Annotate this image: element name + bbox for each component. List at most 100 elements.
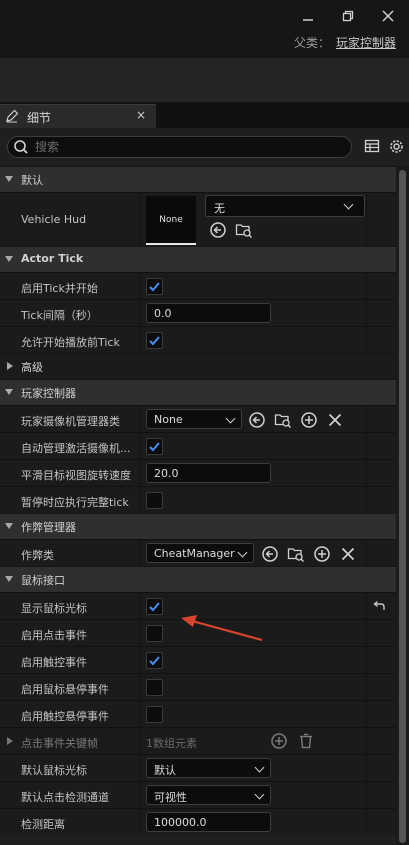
add-icon[interactable] (300, 411, 318, 429)
checkbox-checked[interactable] (146, 438, 163, 455)
property-label: 默认点击检测通道 (21, 791, 109, 804)
clear-icon[interactable] (326, 411, 344, 429)
category-advanced[interactable]: 高级 (0, 353, 396, 379)
class-picker-value: None (154, 413, 183, 426)
property-enable-mouse-over: 启用鼠标悬停事件 (0, 673, 396, 700)
category-mouse-interface[interactable]: 鼠标接口 (0, 566, 396, 592)
collapse-icon (5, 523, 13, 529)
parent-class-info: 父类： 玩家控制器 (294, 34, 396, 51)
use-selected-icon[interactable] (209, 221, 227, 239)
number-input[interactable]: 20.0 (146, 463, 271, 483)
chevron-down-icon (225, 413, 236, 424)
pencil-icon (6, 109, 19, 123)
tab-bar: 细节 × (0, 102, 409, 128)
browse-folder-icon[interactable] (235, 221, 253, 239)
browse-folder-icon[interactable] (274, 411, 292, 429)
property-enable-touch-events: 启用触控事件 (0, 646, 396, 673)
property-label: 作弊类 (21, 549, 54, 562)
gear-icon[interactable] (388, 138, 406, 156)
category-label: Actor Tick (21, 252, 84, 265)
restore-icon[interactable] (338, 8, 358, 28)
class-picker-combo[interactable]: CheatManager (146, 543, 254, 563)
property-label: 默认鼠标光标 (21, 764, 87, 777)
checkbox-unchecked[interactable] (146, 706, 163, 723)
property-auto-manage-camera: 自动管理激活摄像机... (0, 432, 396, 459)
checkbox-unchecked[interactable] (146, 492, 163, 509)
collapse-icon (5, 576, 13, 582)
reset-to-default-icon[interactable] (372, 599, 386, 616)
checkbox-checked[interactable] (146, 332, 163, 349)
property-camera-manager-class: 玩家摄像机管理器类 None (0, 405, 396, 432)
checkbox-checked[interactable] (146, 598, 163, 615)
search-input[interactable] (35, 139, 335, 155)
class-picker-combo[interactable]: None (146, 409, 242, 429)
class-picker-value: CheatManager (154, 547, 235, 560)
property-click-event-keys: 点击事件关键帧 1数组元素 (0, 727, 396, 754)
category-label: 作弊管理器 (21, 521, 76, 534)
property-label: 启用鼠标悬停事件 (21, 683, 109, 696)
parent-class-link[interactable]: 玩家控制器 (336, 36, 396, 50)
dropdown-value: 可视性 (154, 791, 187, 804)
tab-close-icon[interactable]: × (136, 108, 146, 122)
category-player-controller[interactable]: 玩家控制器 (0, 379, 396, 405)
close-icon[interactable] (378, 8, 398, 28)
scrollbar[interactable] (396, 166, 409, 845)
property-start-with-tick: 启用Tick并开始 (0, 272, 396, 299)
chevron-down-icon (254, 789, 265, 800)
dropdown-value: 默认 (154, 764, 176, 777)
use-selected-icon[interactable] (261, 545, 279, 563)
property-label: 启用触控事件 (21, 656, 87, 669)
browse-folder-icon[interactable] (287, 545, 305, 563)
collapse-icon (5, 256, 13, 262)
property-show-mouse-cursor: 显示鼠标光标 (0, 592, 396, 619)
property-list: 默认 Vehicle Hud None 无 Actor Tick 启用Tick并… (0, 166, 396, 835)
property-tick-interval: Tick间隔（秒） 0.0 (0, 299, 396, 326)
property-default-click-trace: 默认点击检测通道 可视性 (0, 781, 396, 808)
details-panel: 默认 Vehicle Hud None 无 Actor Tick 启用Tick并… (0, 128, 409, 845)
property-enable-click-events: 启用点击事件 (0, 619, 396, 646)
clear-icon[interactable] (339, 545, 357, 563)
search-row (0, 128, 409, 166)
property-label: Vehicle Hud (21, 213, 87, 226)
collapse-icon (5, 176, 13, 182)
table-view-icon[interactable] (364, 138, 382, 156)
tab-label: 细节 (27, 111, 52, 125)
category-label: 玩家控制器 (21, 387, 76, 400)
scrollbar-thumb[interactable] (399, 170, 406, 843)
property-cheat-class: 作弊类 CheatManager (0, 539, 396, 566)
asset-picker-value: 无 (214, 202, 225, 215)
checkbox-checked[interactable] (146, 278, 163, 295)
property-label: 玩家摄像机管理器类 (21, 415, 120, 428)
property-tick-before-begin-play: 允许开始播放前Tick (0, 326, 396, 353)
category-label: 高级 (21, 361, 43, 374)
property-vehicle-hud: Vehicle Hud None 无 (0, 192, 396, 246)
enum-dropdown[interactable]: 可视性 (146, 785, 271, 805)
add-element-icon[interactable] (270, 732, 288, 750)
property-label: 暂停时应执行完整tick (21, 496, 129, 509)
property-smooth-target-rotation: 平滑目标视图旋转速度 20.0 (0, 459, 396, 486)
property-trace-distance: 检测距离 100000.0 (0, 808, 396, 835)
number-input[interactable]: 100000.0 (146, 812, 271, 832)
trash-icon[interactable] (297, 732, 315, 750)
expand-icon (7, 362, 13, 370)
category-actor-tick[interactable]: Actor Tick (0, 246, 396, 272)
property-label: 平滑目标视图旋转速度 (21, 469, 131, 482)
checkbox-checked[interactable] (146, 652, 163, 669)
add-icon[interactable] (313, 545, 331, 563)
asset-thumbnail[interactable]: None (146, 196, 196, 245)
checkbox-unchecked[interactable] (146, 625, 163, 642)
enum-dropdown[interactable]: 默认 (146, 758, 271, 778)
asset-picker-combo[interactable]: 无 (205, 195, 365, 217)
minimize-icon[interactable] (298, 8, 318, 28)
tab-details[interactable]: 细节 × (0, 104, 156, 128)
number-input[interactable]: 0.0 (146, 303, 271, 323)
property-label: 启用Tick并开始 (21, 282, 98, 295)
chevron-down-icon (254, 762, 265, 773)
category-default[interactable]: 默认 (0, 166, 396, 192)
checkbox-unchecked[interactable] (146, 679, 163, 696)
use-selected-icon[interactable] (248, 411, 266, 429)
expand-icon[interactable] (7, 737, 13, 745)
category-cheat-manager[interactable]: 作弊管理器 (0, 513, 396, 539)
property-label: 允许开始播放前Tick (21, 336, 120, 349)
property-default-mouse-cursor: 默认鼠标光标 默认 (0, 754, 396, 781)
